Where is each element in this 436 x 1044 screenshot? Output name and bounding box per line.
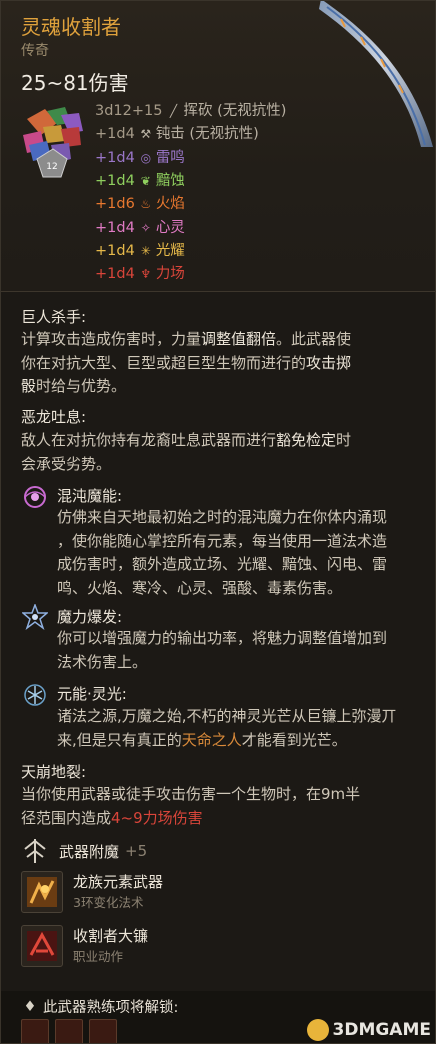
sky-break-title: 天崩地裂: xyxy=(21,763,87,781)
item-tooltip: 灵魂收割者 传奇 25~81伤害 12 3d12+15 ╱ 挥砍 (无视抗性) … xyxy=(0,0,436,1044)
damage-amount: +1d4 xyxy=(95,219,135,236)
item-rarity: 传奇 xyxy=(21,43,49,59)
item-name: 灵魂收割者 xyxy=(21,15,121,39)
chaos-magic-desc: 仿佛来自天地最初始之时的混沌魔力在你体内涌现 ，使你能随心掌控所有元素，每当使用… xyxy=(57,508,388,597)
giant-slayer-title: 巨人杀手: xyxy=(21,308,87,326)
damage-dice-icon: 12 xyxy=(23,107,83,178)
damage-amount: +1d4 xyxy=(95,173,135,190)
enchant-icon xyxy=(24,839,46,863)
proficiency-label: 此武器熟练项将解锁: xyxy=(43,1000,179,1016)
proficiency-action-icon[interactable] xyxy=(21,1019,49,1043)
proficiency-footer: ♦ 此武器熟练项将解锁: 3DMGAME xyxy=(1,991,435,1043)
proficiency-row: ♦ 此武器熟练项将解锁: xyxy=(23,996,179,1017)
slash-icon: ╱ xyxy=(169,104,178,119)
enchant-label: 武器附魔 xyxy=(59,842,120,861)
damage-type: 雷鸣 xyxy=(155,149,185,166)
dragon-breath-desc: 敌人在对抗你持有龙裔吐息武器而进行豁免检定时 会承受劣势。 xyxy=(21,431,352,473)
damage-line: 3d12+15 ╱ 挥砍 (无视抗性) xyxy=(95,100,286,123)
fire-icon: ♨ xyxy=(140,197,152,212)
element-light-desc: 诸法之源,万魔之始,不朽的神灵光芒从巨镰上弥漫丌 来,但是只有真正的天命之人才能… xyxy=(57,707,397,749)
giant-slayer-desc: 计算攻击造成伤害时，力量调整值翻倍。此武器使 你在对抗大型、巨型或超巨型生物而进… xyxy=(21,330,352,396)
feature-sub: 3环变化法术 xyxy=(73,895,144,910)
radiant-icon: ✳ xyxy=(140,243,151,258)
necrotic-icon: ❦ xyxy=(140,174,151,189)
magic-burst-icon xyxy=(21,603,49,631)
proficiency-action-icon[interactable] xyxy=(55,1019,83,1043)
bludgeon-icon: ⚒ xyxy=(140,127,152,142)
damage-type: 心灵 xyxy=(155,219,185,236)
damage-amount: +1d4 xyxy=(95,242,135,259)
damage-amount: +1d4 xyxy=(95,126,135,143)
damage-line: +1d4 ⚒ 钝击 (无视抗性) xyxy=(95,123,286,146)
enchant-value: +5 xyxy=(125,842,148,860)
force-icon: ♆ xyxy=(140,267,152,282)
feature-name: 龙族元素武器 xyxy=(73,873,164,891)
damage-amount: +1d6 xyxy=(95,196,135,213)
weapon-enchant-row: 武器附魔 +5 xyxy=(21,837,147,865)
damage-amount: +1d4 xyxy=(95,266,135,283)
watermark: 3DMGAME xyxy=(306,1019,432,1041)
damage-line: +1d4 ✳ 光耀 xyxy=(95,240,286,263)
chaos-magic-title: 混沌魔能: xyxy=(57,487,123,505)
feature-reaper-scythe[interactable]: 收割者大镰 职业动作 xyxy=(21,925,148,967)
watermark-text: 3DMGAME xyxy=(332,1020,432,1040)
magic-burst-title: 魔力爆发: xyxy=(57,608,123,626)
feature-sub: 职业动作 xyxy=(73,949,124,964)
element-light-title: 元能·灵光: xyxy=(57,685,127,703)
element-light-icon xyxy=(21,681,49,709)
damage-line: +1d4 ♆ 力场 xyxy=(95,263,286,286)
damage-line: +1d6 ♨ 火焰 xyxy=(95,193,286,216)
chaos-magic-icon xyxy=(21,483,49,511)
dragon-element-weapon-icon xyxy=(21,871,63,913)
damage-type: 火焰 xyxy=(155,196,185,213)
damage-type: 力场 xyxy=(155,266,185,283)
damage-type: 挥砍 (无视抗性) xyxy=(183,103,287,120)
watermark-logo-icon xyxy=(306,1019,329,1041)
damage-line: +1d4 ✧ 心灵 xyxy=(95,216,286,239)
damage-type: 光耀 xyxy=(155,242,185,259)
magic-burst-desc: 你可以增强魔力的输出功率，将魅力调整值增加到 法术伤害上。 xyxy=(57,629,388,671)
damage-amount: 3d12+15 xyxy=(95,103,163,120)
scythe-blade-icon xyxy=(319,1,433,147)
reaper-scythe-icon xyxy=(21,925,63,967)
damage-line: +1d4 ◎ 雷鸣 xyxy=(95,147,286,170)
dice-label: 12 xyxy=(46,162,57,172)
proficiency-icons xyxy=(21,1019,117,1043)
damage-lines: 3d12+15 ╱ 挥砍 (无视抗性) +1d4 ⚒ 钝击 (无视抗性) +1d4 ◎ 雷鸣 +1… xyxy=(95,100,286,286)
proficiency-action-icon[interactable] xyxy=(89,1019,117,1043)
damage-type: 钝击 (无视抗性) xyxy=(155,126,259,143)
thunder-icon: ◎ xyxy=(140,150,152,165)
tooltip-header: 灵魂收割者 传奇 25~81伤害 12 3d12+15 ╱ 挥砍 (无视抗性) … xyxy=(1,1,435,291)
feature-name: 收割者大镰 xyxy=(73,927,149,945)
damage-amount: +1d4 xyxy=(95,149,135,166)
psychic-icon: ✧ xyxy=(140,220,151,235)
damage-type: 黯蚀 xyxy=(155,173,185,190)
feature-dragon-element-weapon[interactable]: 龙族元素武器 3环变化法术 xyxy=(21,871,163,913)
damage-line: +1d4 ❦ 黯蚀 xyxy=(95,170,286,193)
lightbulb-icon: ♦ xyxy=(23,998,37,1015)
sky-break-desc: 当你使用武器或徒手攻击伤害一个生物时，在9m半 径范围内造成4~9力场伤害 xyxy=(21,785,361,827)
damage-total: 25~81伤害 xyxy=(21,71,129,95)
dragon-breath-title: 恶龙吐息: xyxy=(21,408,87,426)
